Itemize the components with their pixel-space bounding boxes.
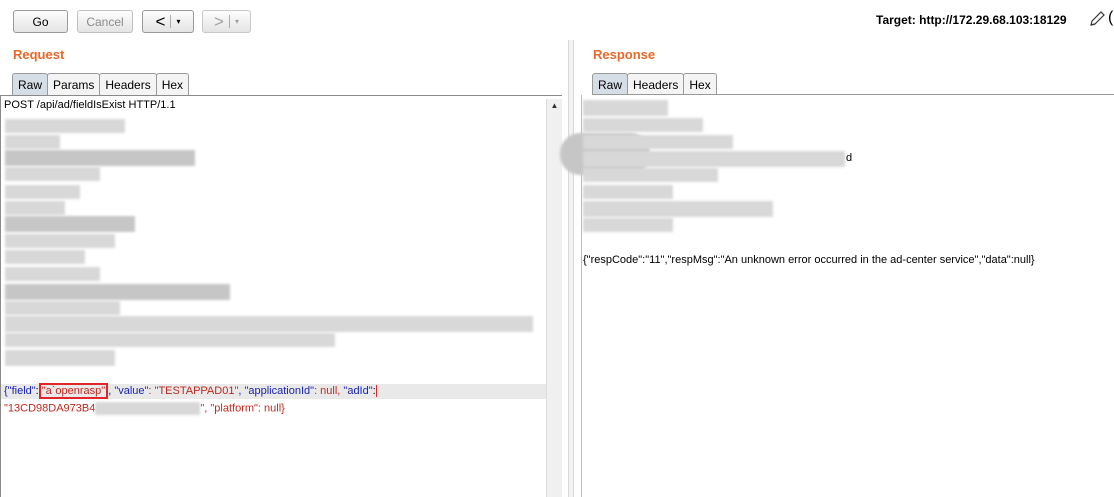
redacted-header	[5, 216, 135, 232]
redacted-header	[583, 135, 733, 149]
toolbar: Go Cancel < ▾ > ▾ Target: http://172.29.…	[0, 0, 1114, 40]
tab-hex[interactable]: Hex	[683, 73, 717, 95]
redacted-header	[5, 119, 125, 133]
separator	[170, 15, 172, 28]
redacted-header	[5, 250, 85, 264]
separator	[228, 15, 230, 28]
json-null: : null,	[314, 385, 344, 397]
redacted-header	[583, 168, 718, 182]
json-string: "13CD98DA973B4	[4, 402, 96, 415]
redacted-header	[5, 201, 65, 215]
request-tabs: Raw Params Headers Hex	[12, 73, 190, 95]
json-string: : "TESTAPPAD01"	[148, 385, 239, 397]
request-line: POST /api/ad/fieldIsExist HTTP/1.1	[4, 99, 176, 111]
text-caret	[375, 385, 377, 398]
tab-hex[interactable]: Hex	[155, 73, 190, 95]
json-key: , "value"	[108, 385, 149, 397]
redacted-header	[583, 151, 845, 167]
dropdown-arrow-icon: ▾	[234, 17, 239, 26]
redacted-header	[583, 100, 668, 116]
redacted-header	[5, 267, 100, 281]
redacted-header	[5, 234, 115, 248]
redacted-header	[583, 185, 673, 199]
redacted-header	[583, 218, 673, 232]
redacted-header	[5, 167, 100, 181]
json-string: ", "platform"	[200, 402, 258, 415]
redacted-header	[5, 135, 60, 149]
help-icon-partial[interactable]: (	[1108, 9, 1113, 27]
tab-headers[interactable]: Headers	[627, 73, 685, 95]
tab-raw[interactable]: Raw	[12, 73, 49, 95]
request-body-line-1: {"field": "a`openrasp", "value": "TESTAPP…	[4, 383, 377, 399]
chevron-left-icon: <	[155, 12, 166, 31]
go-button[interactable]: Go	[13, 10, 68, 33]
json-key: {"field"	[4, 385, 36, 397]
back-button[interactable]: < ▾	[142, 10, 194, 33]
json-key: "adId"	[343, 385, 373, 397]
target-label: Target: http://172.29.68.103:18129	[876, 13, 1067, 27]
tab-raw[interactable]: Raw	[592, 73, 629, 95]
request-body-line-2: "13CD98DA973B4 ", "platform": null}	[4, 402, 285, 415]
redacted-header	[583, 118, 703, 132]
response-tabs: Raw Headers Hex	[592, 73, 717, 95]
tab-headers[interactable]: Headers	[99, 73, 157, 95]
redacted-header	[5, 333, 335, 347]
redacted-header	[5, 301, 120, 315]
pencil-icon[interactable]	[1087, 9, 1107, 29]
redacted-header	[5, 185, 80, 199]
chevron-right-icon: >	[214, 12, 224, 31]
response-partial-char: d	[846, 152, 853, 164]
highlighted-payload: "a`openrasp"	[38, 383, 109, 399]
pane-divider[interactable]	[568, 40, 574, 497]
response-body: {"respCode":"11","respMsg":"An unknown e…	[583, 254, 1035, 266]
redacted-value	[95, 402, 201, 415]
request-title: Request	[13, 47, 65, 62]
redacted-header	[5, 350, 115, 366]
redacted-header	[5, 284, 230, 300]
cancel-button[interactable]: Cancel	[77, 10, 133, 33]
json-null: : null}	[257, 402, 285, 415]
json-key: , "applicationId"	[238, 385, 315, 397]
dropdown-arrow-icon: ▾	[176, 17, 181, 26]
tab-params[interactable]: Params	[47, 73, 101, 95]
redacted-header	[583, 201, 773, 217]
redacted-header	[5, 150, 195, 166]
scroll-up-arrow-icon[interactable]: ▲	[547, 99, 562, 113]
forward-button[interactable]: > ▾	[202, 10, 251, 33]
redacted-header	[5, 316, 533, 332]
response-title: Response	[593, 47, 656, 62]
